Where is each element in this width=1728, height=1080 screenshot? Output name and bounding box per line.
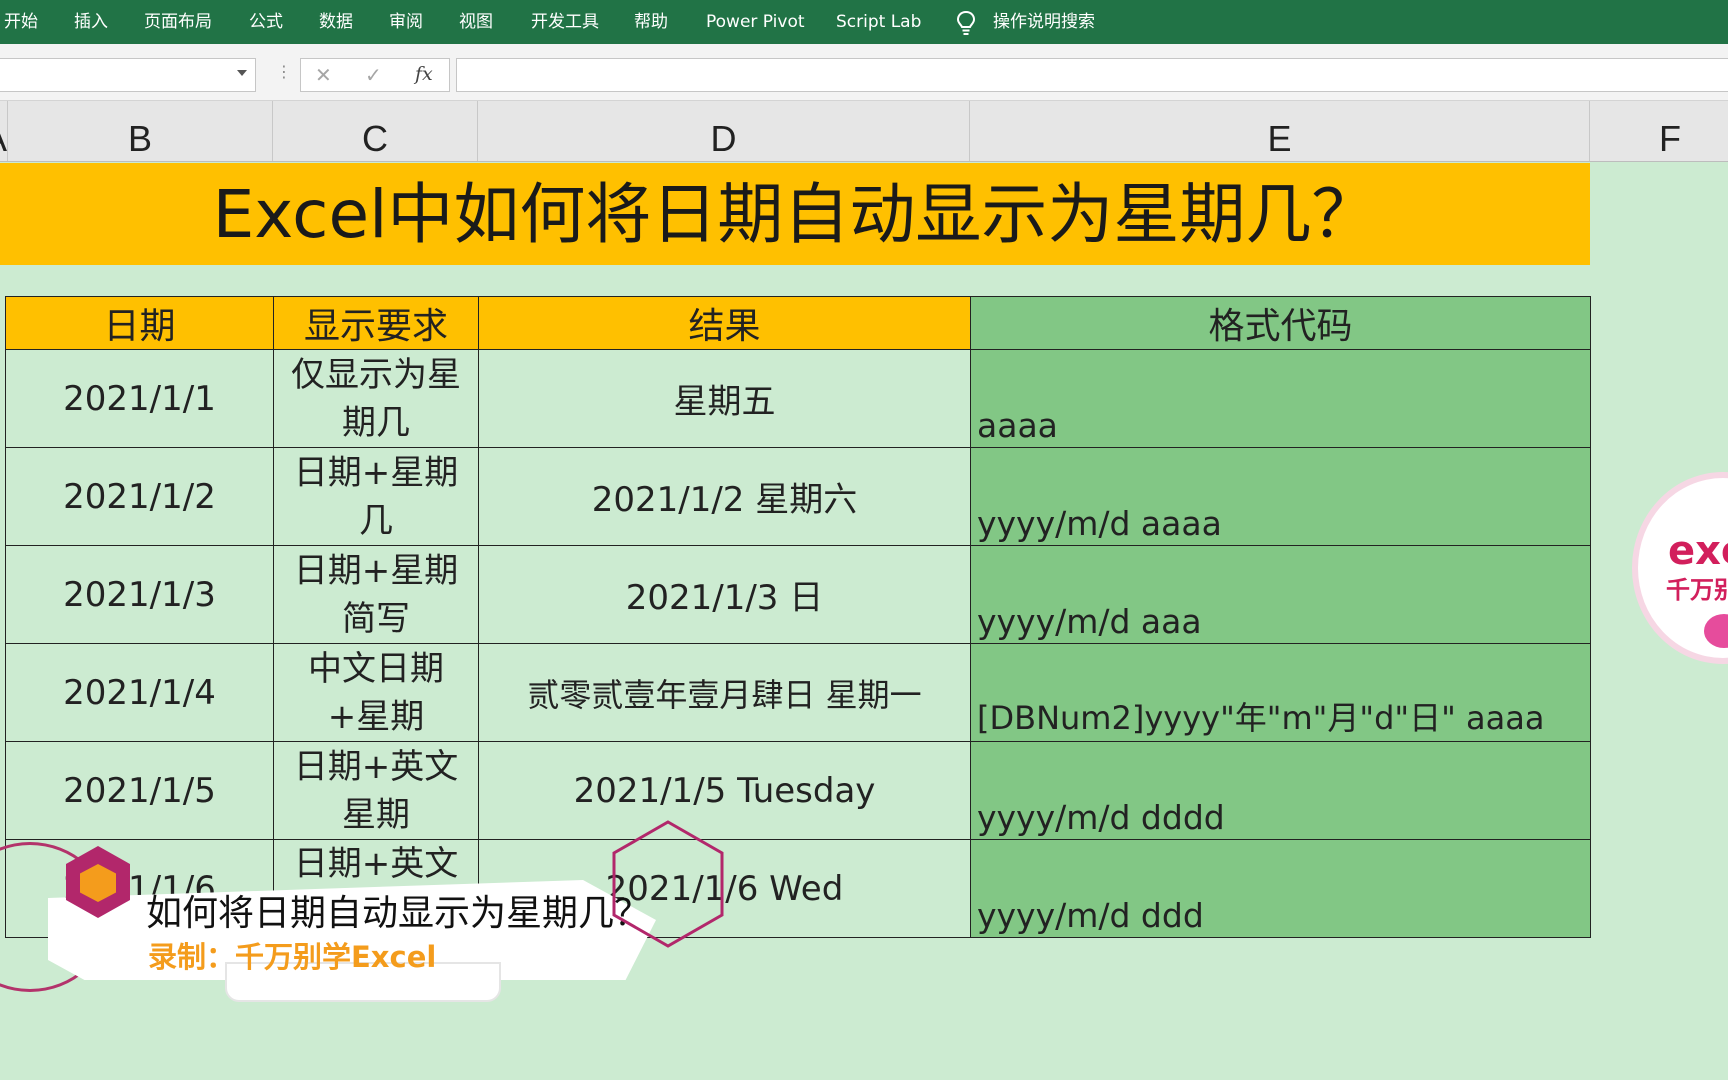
tab-formulas[interactable]: 公式 bbox=[249, 0, 283, 44]
enter-check-icon[interactable]: ✓ bbox=[365, 63, 382, 87]
tab-view[interactable]: 视图 bbox=[459, 0, 493, 44]
column-header-bar: A B C D E F bbox=[0, 101, 1728, 162]
cell-requirement[interactable]: 日期+星期几 bbox=[273, 447, 479, 546]
logo-subtext: 千万别 bbox=[1666, 576, 1728, 604]
ribbon-tab-bar: 开始 插入 页面布局 公式 数据 审阅 视图 开发工具 帮助 Power Piv… bbox=[0, 0, 1728, 44]
cell-result[interactable]: 2021/1/2 星期六 bbox=[478, 447, 971, 546]
cell-result[interactable]: 2021/1/3 日 bbox=[478, 545, 971, 644]
tab-page-layout[interactable]: 页面布局 bbox=[144, 0, 212, 44]
tab-home[interactable]: 开始 bbox=[4, 0, 38, 44]
overlay-title: 如何将日期自动显示为星期几？ bbox=[146, 893, 651, 934]
tell-me-search[interactable]: 操作说明搜索 bbox=[993, 0, 1095, 44]
column-header-e[interactable]: E bbox=[970, 101, 1590, 161]
tab-developer[interactable]: 开发工具 bbox=[531, 0, 599, 44]
logo-text: exc bbox=[1668, 528, 1728, 574]
hexagon-outline-icon bbox=[612, 820, 724, 948]
formula-input[interactable] bbox=[456, 58, 1728, 92]
channel-logo: exc 千万别 bbox=[1638, 478, 1728, 658]
tab-data[interactable]: 数据 bbox=[319, 0, 353, 44]
cell-format-code[interactable]: [DBNum2]yyyy"年"m"月"d"日" aaaa bbox=[970, 643, 1591, 742]
header-date[interactable]: 日期 bbox=[5, 296, 274, 350]
cancel-icon[interactable]: ✕ bbox=[315, 63, 332, 87]
column-header-b[interactable]: B bbox=[8, 101, 273, 161]
table-row: 2021/1/2 日期+星期几 2021/1/2 星期六 yyyy/m/d aa… bbox=[5, 447, 1591, 546]
cell-date[interactable]: 2021/1/2 bbox=[5, 447, 274, 546]
cell-requirement[interactable]: 仅显示为星期几 bbox=[273, 349, 479, 448]
title-banner[interactable]: Excel中如何将日期自动显示为星期几？ bbox=[0, 163, 1590, 265]
table-row: 2021/1/4 中文日期+星期 贰零贰壹年壹月肆日 星期一 [DBNum2]y… bbox=[5, 643, 1591, 742]
heart-icon bbox=[1704, 614, 1728, 648]
name-box[interactable] bbox=[0, 58, 256, 92]
cell-requirement[interactable]: 中文日期+星期 bbox=[273, 643, 479, 742]
cell-result[interactable]: 2021/1/5 Tuesday bbox=[478, 741, 971, 840]
header-requirement[interactable]: 显示要求 bbox=[273, 296, 479, 350]
cell-format-code[interactable]: yyyy/m/d aaaa bbox=[970, 447, 1591, 546]
column-header-f[interactable]: F bbox=[1590, 101, 1728, 161]
table-row: 2021/1/5 日期+英文星期 2021/1/5 Tuesday yyyy/m… bbox=[5, 741, 1591, 840]
table-header-row: 日期 显示要求 结果 格式代码 bbox=[5, 296, 1591, 350]
column-header-a[interactable]: A bbox=[0, 101, 8, 161]
cell-requirement[interactable]: 日期+星期简写 bbox=[273, 545, 479, 644]
tab-power-pivot[interactable]: Power Pivot bbox=[706, 0, 805, 44]
cell-date[interactable]: 2021/1/5 bbox=[5, 741, 274, 840]
column-header-c[interactable]: C bbox=[273, 101, 478, 161]
cell-result[interactable]: 星期五 bbox=[478, 349, 971, 448]
cell-date[interactable]: 2021/1/3 bbox=[5, 545, 274, 644]
formula-bar: ⋮ ✕ ✓ fx bbox=[0, 44, 1728, 101]
lightbulb-icon bbox=[956, 10, 976, 35]
table-row: 2021/1/1 仅显示为星期几 星期五 aaaa bbox=[5, 349, 1591, 448]
cell-format-code[interactable]: yyyy/m/d ddd bbox=[970, 839, 1591, 938]
header-result[interactable]: 结果 bbox=[478, 296, 971, 350]
cell-date[interactable]: 2021/1/4 bbox=[5, 643, 274, 742]
overlay-subtitle: 录制：千万别学Excel bbox=[148, 940, 437, 974]
cell-format-code[interactable]: yyyy/m/d dddd bbox=[970, 741, 1591, 840]
weekday-format-table: 日期 显示要求 结果 格式代码 2021/1/1 仅显示为星期几 星期五 aaa… bbox=[5, 296, 1591, 938]
chevron-down-icon[interactable] bbox=[237, 70, 247, 76]
cell-requirement[interactable]: 日期+英文星期 bbox=[273, 741, 479, 840]
table-row: 2021/1/3 日期+星期简写 2021/1/3 日 yyyy/m/d aaa bbox=[5, 545, 1591, 644]
insert-function-icon[interactable]: fx bbox=[415, 63, 433, 85]
cell-date[interactable]: 2021/1/1 bbox=[5, 349, 274, 448]
cell-result[interactable]: 贰零贰壹年壹月肆日 星期一 bbox=[478, 643, 971, 742]
tab-insert[interactable]: 插入 bbox=[74, 0, 108, 44]
column-header-d[interactable]: D bbox=[478, 101, 970, 161]
more-dots-icon: ⋮ bbox=[276, 62, 292, 81]
formula-bar-buttons: ✕ ✓ fx bbox=[300, 58, 450, 92]
tab-review[interactable]: 审阅 bbox=[389, 0, 423, 44]
cell-format-code[interactable]: yyyy/m/d aaa bbox=[970, 545, 1591, 644]
cell-format-code[interactable]: aaaa bbox=[970, 349, 1591, 448]
tab-script-lab[interactable]: Script Lab bbox=[836, 0, 921, 44]
tab-help[interactable]: 帮助 bbox=[634, 0, 668, 44]
header-format-code[interactable]: 格式代码 bbox=[970, 296, 1591, 350]
